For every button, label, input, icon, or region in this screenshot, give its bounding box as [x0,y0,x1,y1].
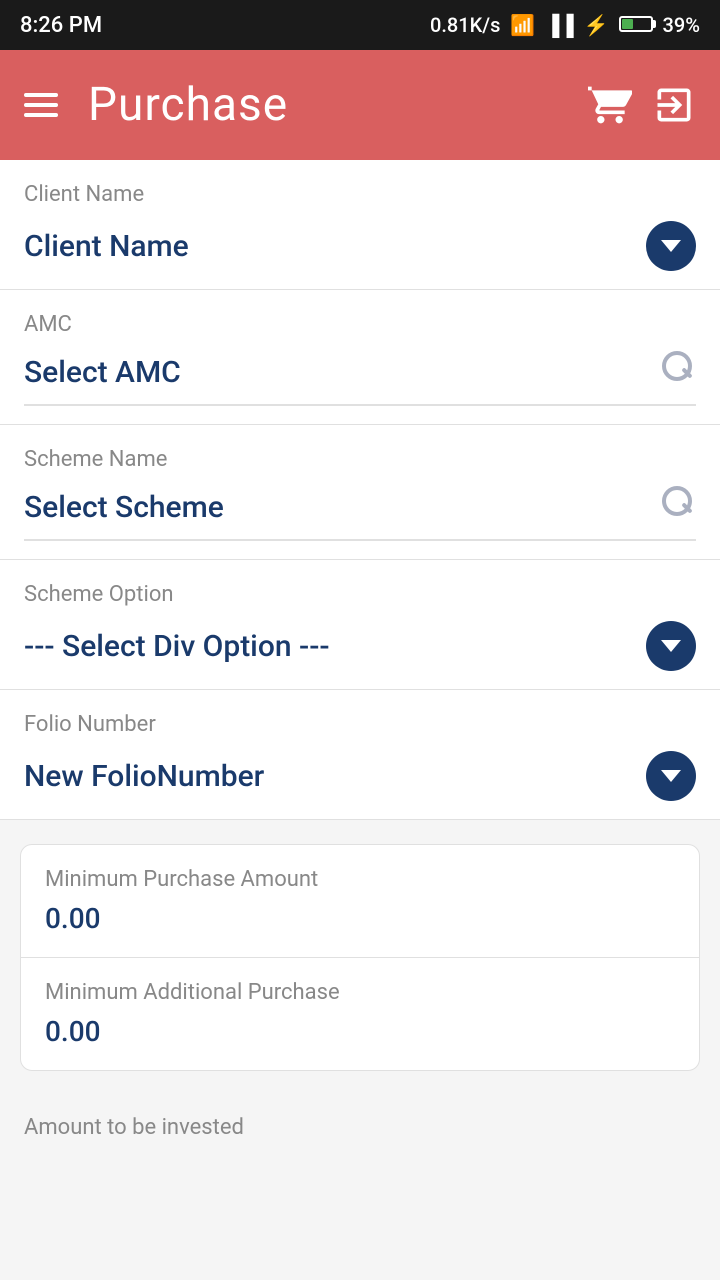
folio-number-label: Folio Number [24,712,696,737]
amc-value[interactable]: Select AMC [24,351,696,394]
status-right: 0.81K/s 📶 ▐▐ ⚡ 39% [430,13,700,38]
battery-icon [619,13,653,37]
scheme-search-icon[interactable] [662,486,696,529]
min-additional-row: Minimum Additional Purchase 0.00 [21,957,699,1070]
scheme-name-label: Scheme Name [24,447,696,472]
info-card: Minimum Purchase Amount 0.00 Minimum Add… [20,844,700,1071]
folio-number-field: Folio Number New FolioNumber [0,690,720,820]
min-purchase-row: Minimum Purchase Amount 0.00 [21,845,699,957]
client-name-label: Client Name [24,182,696,207]
min-additional-value: 0.00 [45,1015,675,1048]
scheme-option-field: Scheme Option --- Select Div Option --- [0,560,720,690]
min-purchase-label: Minimum Purchase Amount [45,867,675,892]
header-actions [588,83,696,127]
client-name-dropdown[interactable] [646,221,696,271]
min-additional-label: Minimum Additional Purchase [45,980,675,1005]
network-speed: 0.81K/s [430,13,500,37]
charging-icon: ⚡ [584,13,609,37]
folio-number-value[interactable]: New FolioNumber [24,751,696,801]
amc-search-icon[interactable] [662,351,696,394]
scheme-option-label: Scheme Option [24,582,696,607]
scheme-name-value[interactable]: Select Scheme [24,486,696,529]
header-left: Purchase [24,78,288,132]
client-name-field: Client Name Client Name [0,160,720,290]
status-bar: 8:26 PM 0.81K/s 📶 ▐▐ ⚡ 39% [0,0,720,50]
folio-number-dropdown[interactable] [646,751,696,801]
cart-icon[interactable] [588,83,632,127]
amount-section: Amount to be invested [0,1095,720,1150]
app-header: Purchase [0,50,720,160]
min-purchase-value: 0.00 [45,902,675,935]
scheme-option-dropdown[interactable] [646,621,696,671]
exit-icon[interactable] [652,83,696,127]
amount-label: Amount to be invested [24,1115,696,1140]
scheme-option-value[interactable]: --- Select Div Option --- [24,621,696,671]
scheme-name-field: Scheme Name Select Scheme [0,425,720,560]
signal-icon: ▐▐ [545,13,573,38]
menu-button[interactable] [24,93,58,117]
battery-percent: 39% [663,13,700,37]
amc-field: AMC Select AMC [0,290,720,425]
page-title: Purchase [88,78,288,132]
amc-label: AMC [24,312,696,337]
client-name-value[interactable]: Client Name [24,221,696,271]
status-time: 8:26 PM [20,13,102,38]
wifi-icon: 📶 [510,13,535,37]
form-body: Client Name Client Name AMC Select AMC S… [0,160,720,820]
